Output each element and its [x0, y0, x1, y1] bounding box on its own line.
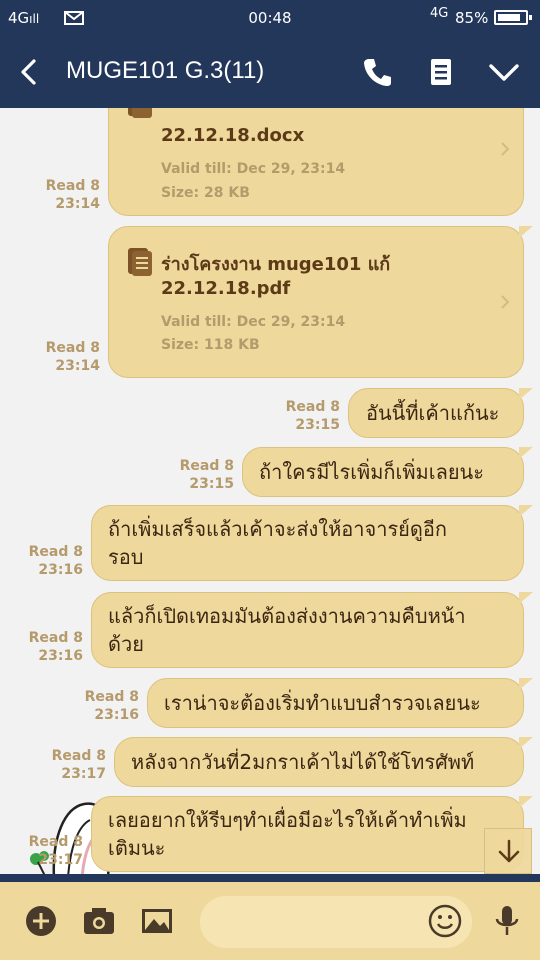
- message-meta: Read 8 23:15: [179, 458, 234, 492]
- message-text: เราน่าจะต้องเริ่มทำแบบสำรวจเลยนะ: [164, 691, 481, 715]
- phone-icon[interactable]: [361, 56, 393, 88]
- message-text: เลยอยากให้รีบๆทำเผื่อมีอะไรให้เค้าทำเพิ่…: [108, 808, 467, 832]
- chevron-right-icon: [501, 142, 510, 156]
- message-meta: Read 8 23:16: [84, 689, 139, 723]
- message-meta: Read 8 23:17: [51, 748, 106, 782]
- message-text: อันนี้ที่เค้าแก้นะ: [366, 401, 500, 425]
- back-arrow-icon[interactable]: [14, 56, 44, 88]
- message-text: หลังจากวันที่2มกราเค้าไม่ได้ใช้โทรศัพท์: [131, 750, 475, 774]
- document-icon: [128, 248, 152, 276]
- message-text: แล้วก็เปิดเทอมมันต้องส่งงานความคืบหน้า: [108, 604, 466, 628]
- message-meta: Read 8 23:14: [45, 178, 100, 212]
- chevron-down-icon[interactable]: [488, 56, 520, 88]
- file-valid-till: Valid till: Dec 29, 23:14: [161, 314, 346, 330]
- message-meta: Read 8 23:17: [28, 834, 83, 868]
- arrow-down-icon: [498, 839, 520, 863]
- chat-header: MUGE101 G.3(11): [0, 36, 540, 108]
- file-size: Size: 118 KB: [161, 337, 260, 353]
- bubble-tail: [519, 388, 533, 400]
- message-text: ถ้าใครมีไรเพิ่มก็เพิ่มเลยนะ: [259, 460, 484, 484]
- message-text: เติมนะ: [108, 836, 166, 860]
- battery-icon: [494, 10, 528, 25]
- scroll-to-bottom-button[interactable]: [484, 828, 532, 874]
- bubble-tail: [519, 737, 533, 749]
- bubble-tail: [519, 447, 533, 459]
- message-list[interactable]: Read 8 23:14 22.12.18.docx Valid till: De…: [0, 108, 540, 874]
- file-name: 22.12.18.pdf: [161, 278, 291, 299]
- bubble-tail: [519, 592, 533, 604]
- bubble-tail: [519, 796, 533, 808]
- input-bar: [0, 882, 540, 960]
- file-message[interactable]: 22.12.18.docx Valid till: Dec 29, 23:14 …: [108, 108, 524, 216]
- message-text: ด้วย: [108, 632, 144, 656]
- message-meta: Read 8 23:15: [285, 399, 340, 433]
- message-meta: Read 8 23:16: [28, 630, 83, 664]
- emoji-icon[interactable]: [428, 904, 462, 938]
- image-icon[interactable]: [140, 904, 174, 938]
- chevron-right-icon: [501, 295, 510, 309]
- message-bubble[interactable]: เลยอยากให้รีบๆทำเผื่อมีอะไรให้เค้าทำเพิ่…: [91, 796, 533, 872]
- status-bar: 4Gıll 00:48 4G 85%: [0, 0, 540, 36]
- file-name: ร่างโครงงาน muge101 แก้: [161, 254, 391, 275]
- notes-icon[interactable]: [425, 56, 457, 88]
- message-bubble[interactable]: ถ้าใครมีไรเพิ่มก็เพิ่มเลยนะ: [242, 447, 533, 497]
- message-bubble[interactable]: แล้วก็เปิดเทอมมันต้องส่งงานความคืบหน้า ด…: [91, 592, 533, 668]
- document-icon: [128, 108, 152, 118]
- bubble-tail: [519, 505, 533, 517]
- microphone-icon[interactable]: [490, 904, 524, 938]
- message-meta: Read 8 23:14: [45, 340, 100, 374]
- plus-icon[interactable]: [24, 904, 58, 938]
- message-bubble[interactable]: อันนี้ที่เค้าแก้นะ: [348, 388, 533, 438]
- file-size: Size: 28 KB: [161, 185, 250, 201]
- file-message[interactable]: ร่างโครงงาน muge101 แก้ 22.12.18.pdf Val…: [108, 226, 533, 378]
- message-bubble[interactable]: เราน่าจะต้องเริ่มทำแบบสำรวจเลยนะ: [147, 678, 533, 728]
- network-right: 4G: [430, 6, 449, 21]
- file-valid-till: Valid till: Dec 29, 23:14: [161, 161, 346, 177]
- chat-title[interactable]: MUGE101 G.3(11): [66, 57, 264, 85]
- message-bubble[interactable]: หลังจากวันที่2มกราเค้าไม่ได้ใช้โทรศัพท์: [114, 737, 533, 787]
- file-name: 22.12.18.docx: [161, 125, 305, 146]
- bubble-tail: [519, 678, 533, 690]
- message-text: ถ้าเพิ่มเสร็จแล้วเค้าจะส่งให้อาจารย์ดูอี…: [108, 517, 448, 541]
- message-text: รอบ: [108, 545, 144, 569]
- bubble-tail: [519, 226, 533, 238]
- message-meta: Read 8 23:16: [28, 544, 83, 578]
- divider: [0, 874, 540, 882]
- battery-cap: [529, 15, 532, 20]
- message-bubble[interactable]: ถ้าเพิ่มเสร็จแล้วเค้าจะส่งให้อาจารย์ดูอี…: [91, 505, 533, 581]
- camera-icon[interactable]: [82, 904, 116, 938]
- battery-percent: 85%: [455, 9, 489, 27]
